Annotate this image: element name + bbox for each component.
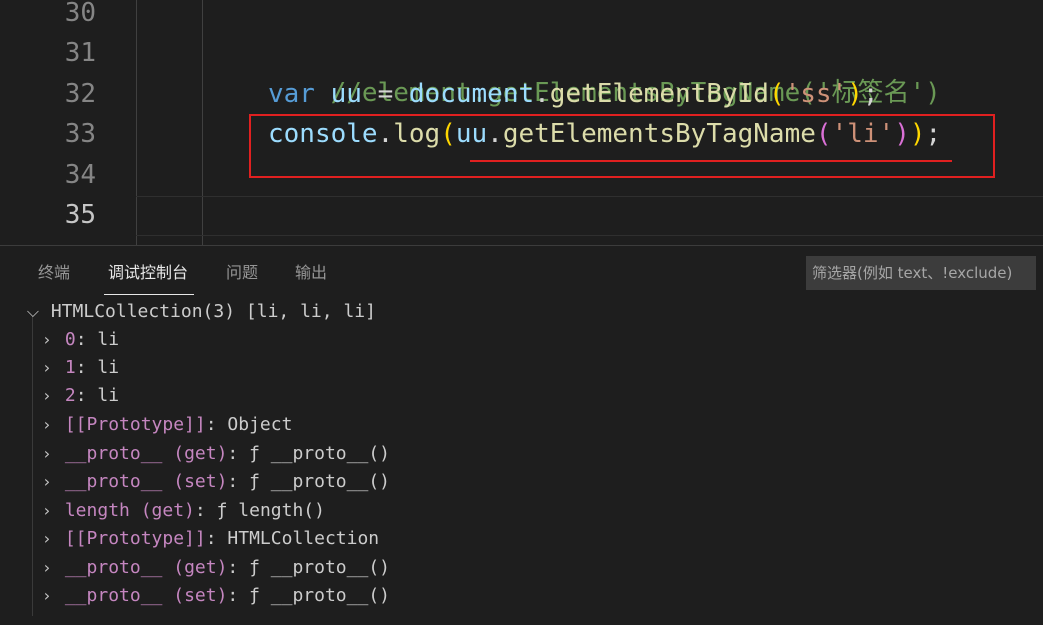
console-tree-item[interactable]: › 0: li — [40, 326, 119, 354]
code-object: document — [408, 79, 535, 109]
code-keyword: var — [268, 79, 315, 109]
item-key: 0 — [64, 329, 76, 350]
tree-indent-guide — [32, 316, 33, 616]
console-tree-root[interactable]: ⌵ HTMLCollection(3) [li, li, li] — [26, 298, 376, 326]
item-separator: : — [194, 500, 217, 521]
tab-problems[interactable]: 问题 — [226, 262, 258, 284]
chevron-right-icon[interactable]: › — [40, 354, 54, 382]
console-tree-item[interactable]: › 1: li — [40, 354, 119, 382]
code-editor[interactable]: 30 31 32 33 34 35 //element.getElementsB… — [0, 0, 1043, 245]
code-line-31[interactable]: //element.getElementsByTagName('标签名') — [268, 33, 941, 108]
tab-terminal[interactable]: 终端 — [38, 262, 70, 284]
code-identifier: uu — [330, 79, 362, 109]
console-tree-item[interactable]: › [[Prototype]]: Object — [40, 411, 293, 439]
item-key: [[Prototype]] — [64, 414, 206, 435]
item-value: Object — [227, 414, 293, 435]
item-key: __proto__ — [64, 443, 163, 464]
line-number: 34 — [64, 160, 96, 190]
line-number: 32 — [64, 79, 96, 109]
item-separator: : — [227, 443, 250, 464]
item-value: ƒ __proto__() — [249, 557, 390, 578]
item-accessor: (get) — [162, 443, 228, 464]
current-line-highlight — [136, 196, 1043, 236]
chevron-right-icon[interactable]: › — [40, 525, 54, 553]
item-key: [[Prototype]] — [64, 528, 206, 549]
code-paren: ) — [847, 79, 863, 109]
chevron-right-icon[interactable]: › — [40, 582, 54, 610]
bottom-panel: 终端 调试控制台 问题 输出 筛选器(例如 text、!exclude) ⌵ H… — [0, 245, 1043, 625]
item-separator: : — [75, 385, 98, 406]
item-value: ƒ length() — [216, 500, 325, 521]
chevron-right-icon[interactable]: › — [40, 468, 54, 496]
line-number: 33 — [64, 119, 96, 149]
filter-input[interactable]: 筛选器(例如 text、!exclude) — [806, 256, 1036, 290]
line-number: 31 — [64, 38, 96, 68]
item-separator: : — [227, 471, 250, 492]
item-value: ƒ __proto__() — [249, 585, 390, 606]
line-number-current: 35 — [64, 200, 96, 230]
console-tree-item[interactable]: › [[Prototype]]: HTMLCollection — [40, 525, 379, 553]
console-tree-item[interactable]: › __proto__ (set): ƒ __proto__() — [40, 468, 390, 496]
item-separator: : — [205, 528, 228, 549]
chevron-down-icon[interactable]: ⌵ — [26, 298, 40, 326]
item-key: 2 — [64, 385, 76, 406]
tab-debug-console[interactable]: 调试控制台 — [108, 262, 188, 284]
item-accessor: (set) — [162, 471, 228, 492]
item-key: length — [64, 500, 130, 521]
item-value: li — [97, 329, 120, 350]
active-tab-indicator — [104, 294, 194, 295]
annotation-highlight-box — [249, 114, 995, 178]
code-dot: . — [534, 79, 550, 109]
tab-output[interactable]: 输出 — [295, 262, 327, 284]
item-key: 1 — [64, 357, 76, 378]
item-separator: : — [227, 557, 250, 578]
line-number: 30 — [64, 0, 96, 28]
console-tree-item[interactable]: › __proto__ (set): ƒ __proto__() — [40, 582, 390, 610]
console-tree-item[interactable]: › __proto__ (get): ƒ __proto__() — [40, 440, 390, 468]
item-separator: : — [75, 357, 98, 378]
chevron-right-icon[interactable]: › — [40, 326, 54, 354]
item-key: __proto__ — [64, 557, 163, 578]
item-value: li — [97, 357, 120, 378]
console-tree-item[interactable]: › length (get): ƒ length() — [40, 497, 325, 525]
item-separator: : — [205, 414, 228, 435]
item-key: __proto__ — [64, 471, 163, 492]
annotation-underline — [470, 160, 952, 162]
code-paren: ( — [768, 79, 785, 109]
console-root-label: HTMLCollection(3) [li, li, li] — [50, 301, 376, 322]
item-value: li — [97, 385, 120, 406]
item-key: __proto__ — [64, 585, 163, 606]
chevron-right-icon[interactable]: › — [40, 411, 54, 439]
item-value: ƒ __proto__() — [249, 443, 390, 464]
item-accessor: (get) — [129, 500, 195, 521]
panel-tabs: 终端 调试控制台 问题 输出 — [0, 246, 800, 298]
code-function: getElementById — [549, 79, 769, 109]
chevron-right-icon[interactable]: › — [40, 382, 54, 410]
item-accessor: (set) — [162, 585, 228, 606]
chevron-right-icon[interactable]: › — [40, 554, 54, 582]
code-line-32[interactable]: var uu = document.getElementById('ss'); — [268, 74, 879, 114]
console-tree-item[interactable]: › __proto__ (get): ƒ __proto__() — [40, 554, 390, 582]
code-string: 'ss' — [784, 79, 848, 109]
item-accessor: (get) — [162, 557, 228, 578]
code-operator: = — [361, 79, 409, 109]
item-separator: : — [75, 329, 98, 350]
item-value: ƒ __proto__() — [249, 471, 390, 492]
item-value: HTMLCollection — [227, 528, 380, 549]
code-semicolon: ; — [862, 79, 879, 109]
chevron-right-icon[interactable]: › — [40, 440, 54, 468]
item-separator: : — [227, 585, 250, 606]
line-number-gutter: 30 31 32 33 34 35 — [0, 0, 96, 245]
chevron-right-icon[interactable]: › — [40, 497, 54, 525]
console-tree-item[interactable]: › 2: li — [40, 382, 119, 410]
